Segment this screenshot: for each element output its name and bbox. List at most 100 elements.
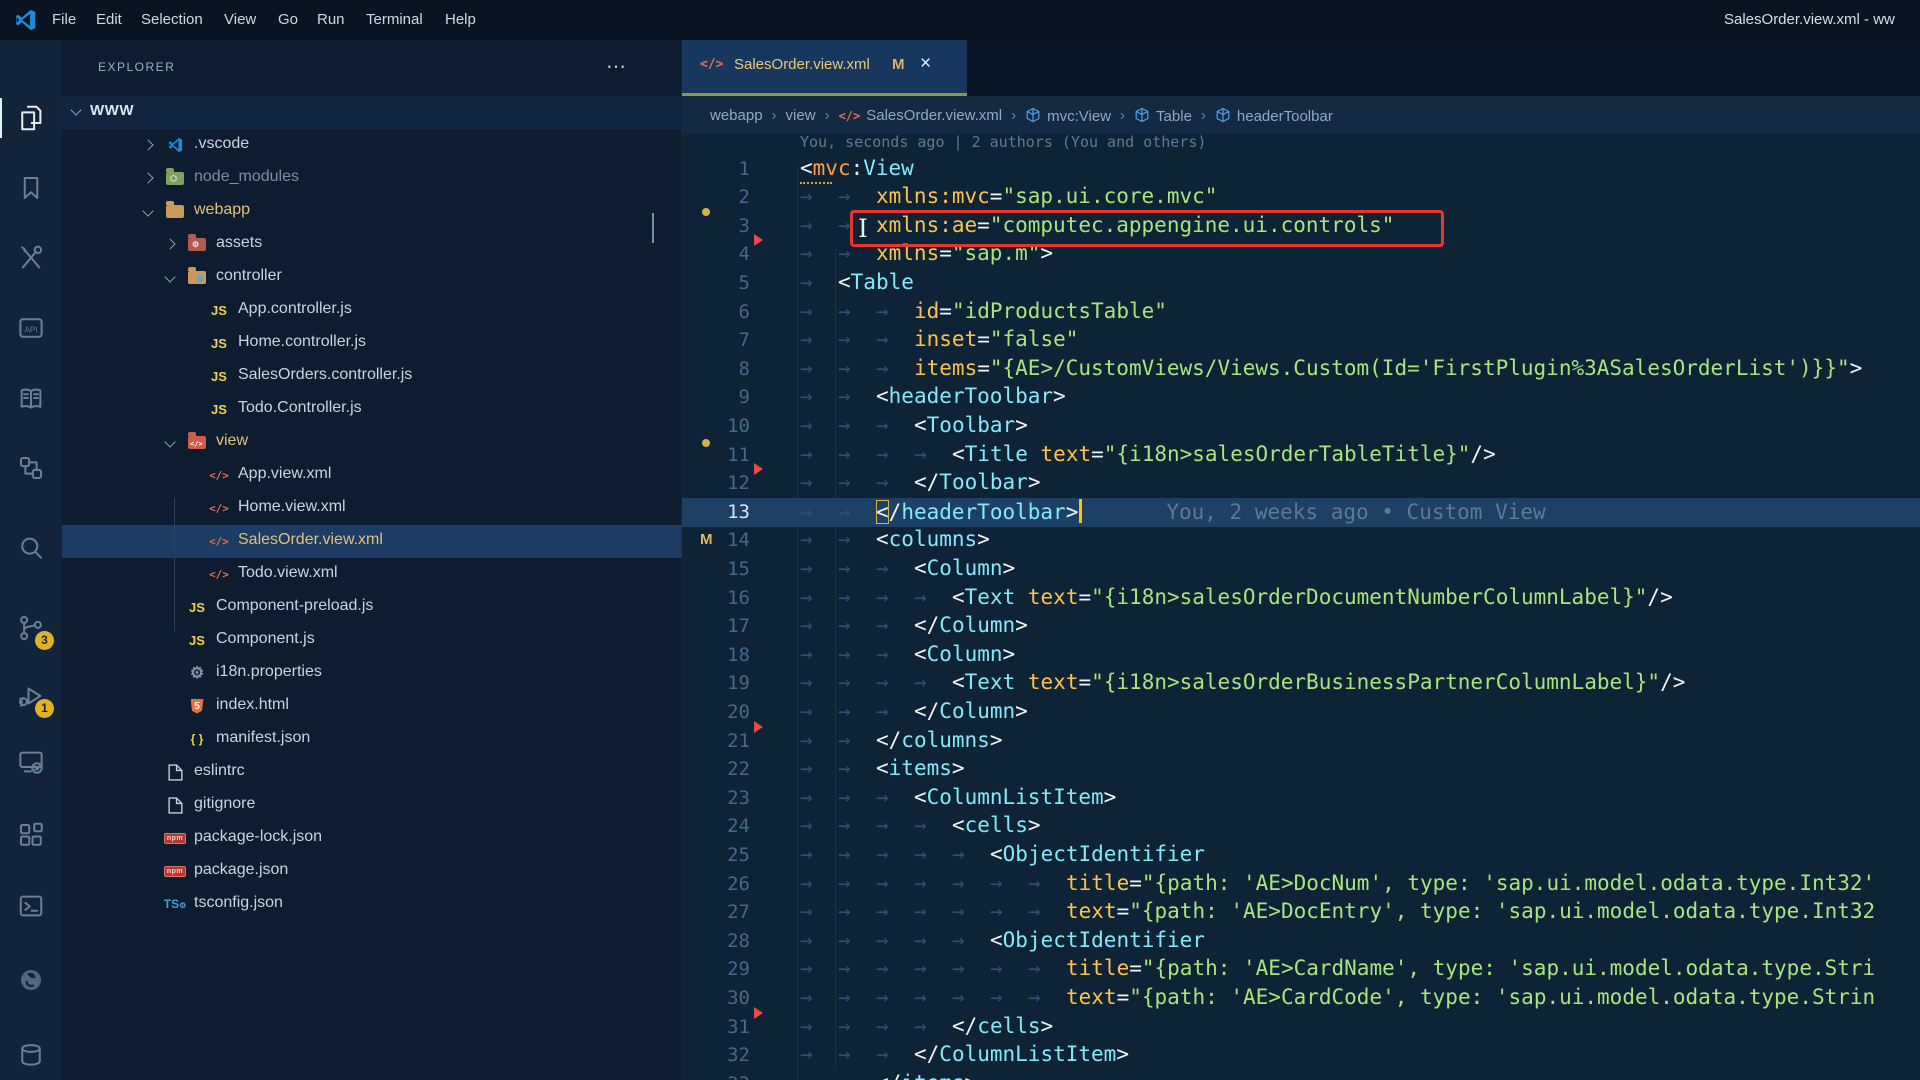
code-line-19[interactable]: → → → → <Text text="{i18n>salesOrderBusiness… [800,670,1685,694]
menu-item-view[interactable]: View [224,0,256,40]
tree-item-label: webapp [194,201,251,218]
database-icon[interactable] [0,1029,62,1080]
workspace-row-www[interactable]: WWW [62,96,682,129]
tree-item-package-lock-json[interactable]: npm package-lock.json [62,822,682,855]
tree-item-manifest-json[interactable]: { } manifest.json [62,723,682,756]
code-line-22[interactable]: → → <items> [800,756,965,780]
menu-item-terminal[interactable]: Terminal [366,0,423,40]
token-str: "sap.ui.core.mvc" [1002,184,1218,209]
code-line-17[interactable]: → → → </Column> [800,613,1028,637]
tree-item-webapp[interactable]: webapp [62,195,710,228]
tree-item-tsconfig-json[interactable]: TS⚙ tsconfig.json [62,888,682,921]
bookmark-icon[interactable] [0,162,62,214]
code-line-15[interactable]: → → → <Column> [800,556,1015,580]
code-line-5[interactable]: → <Table [800,270,914,294]
git-deleted-lines-marker[interactable] [754,463,763,476]
code-line-13[interactable]: → → </headerToolbar> You, 2 weeks ago • Cus… [800,498,1546,524]
menu-item-selection[interactable]: Selection [141,0,203,40]
token-p: < [876,756,889,781]
breadcrumb-item-webapp[interactable]: webapp [710,107,763,124]
source-control-icon[interactable]: 3 [0,602,62,654]
code-line-31[interactable]: → → → → </cells> [800,1014,1053,1038]
code-line-12[interactable]: → → → </Toolbar> [800,470,1040,494]
code-line-23[interactable]: → → → <ColumnListItem> [800,785,1116,809]
code-line-27[interactable]: → → → → → → → text="{path: 'AE>DocEntry', type:… [800,899,1875,923]
tools-icon[interactable] [0,232,62,284]
workflow-icon[interactable] [0,442,62,494]
tree-item-home-controller-js[interactable]: JS Home.controller.js [62,327,682,360]
tree-item-assets[interactable]: ⚙ assets [62,228,682,261]
menu-item-help[interactable]: Help [445,0,476,40]
token-p: = [1116,899,1130,924]
menu-item-go[interactable]: Go [278,0,298,40]
tree-item-node-modules[interactable]: ⬡ node_modules [62,162,682,195]
close-icon[interactable]: × [920,53,931,75]
code-line-10[interactable]: → → → <Toolbar> [800,413,1028,437]
explorer-icon[interactable] [0,92,62,144]
code-line-32[interactable]: → → → </ColumnListItem> [800,1042,1129,1066]
code-line-25[interactable]: → → → → → <ObjectIdentifier [800,842,1205,866]
git-deleted-lines-marker[interactable] [754,720,763,733]
menu-item-file[interactable]: File [52,0,76,40]
tree-item-salesorders-controller-js[interactable]: JS SalesOrders.controller.js [62,360,682,393]
code-line-16[interactable]: → → → → <Text text="{i18n>salesOrderDocument… [800,585,1673,609]
code-editor[interactable]: You, seconds ago | 2 authors (You and ot… [682,133,1920,1080]
code-line-7[interactable]: → → → inset="false" [800,327,1078,351]
run-debug-icon[interactable]: 1 [0,670,62,722]
extensions-icon[interactable] [0,809,62,861]
tree-item-gitignore[interactable]: gitignore [62,789,682,822]
tree-item-component-js[interactable]: JS Component.js [62,624,682,657]
code-line-20[interactable]: → → → </Column> [800,699,1028,723]
globe-icon[interactable] [0,954,62,1006]
code-line-14[interactable]: → → <columns> [800,527,990,551]
tree-item-i18n-properties[interactable]: ⚙ i18n.properties [62,657,682,690]
code-line-24[interactable]: → → → → <cells> [800,813,1041,837]
code-line-28[interactable]: → → → → → <ObjectIdentifier [800,928,1205,952]
api-icon[interactable]: API [0,302,62,354]
code-line-9[interactable]: → → <headerToolbar> [800,384,1066,408]
code-line-8[interactable]: → → → items="{AE>/CustomViews/Views.Custom(… [800,356,1862,380]
breadcrumb-item-headertoolbar[interactable]: headerToolbar [1215,105,1333,125]
tab-whitespace-icon: → [838,613,851,638]
more-actions-icon[interactable]: ⋯ [606,54,626,79]
code-line-21[interactable]: → → </columns> [800,728,1002,752]
tree-item-app-view-xml[interactable]: </> App.view.xml [62,459,682,492]
tree-item-todo-view-xml[interactable]: </> Todo.view.xml [62,558,682,591]
codelens-authors[interactable]: You, seconds ago | 2 authors (You and ot… [800,133,1206,151]
line-number: 7 [738,329,750,352]
code-line-30[interactable]: → → → → → → → text="{path: 'AE>CardCode', type:… [800,985,1875,1009]
code-line-1[interactable]: <mvc:View [800,156,914,180]
remote-icon[interactable] [0,736,62,788]
code-line-26[interactable]: → → → → → → → title="{path: 'AE>DocNum', type: … [800,871,1875,895]
menu-item-edit[interactable]: Edit [96,0,122,40]
git-deleted-lines-marker[interactable] [754,234,763,247]
code-line-29[interactable]: → → → → → → → title="{path: 'AE>CardName', type… [800,956,1875,980]
tree-item-controller[interactable]: ⚙ controller [62,261,682,294]
search-icon[interactable] [0,522,62,574]
tree-item-home-view-xml[interactable]: </> Home.view.xml [62,492,682,525]
book-icon[interactable] [0,372,62,424]
menu-item-run[interactable]: Run [317,0,345,40]
tree-item-index-html[interactable]: 5 index.html [62,690,682,723]
tree-item-package-json[interactable]: npm package.json [62,855,682,888]
terminal-icon[interactable] [0,880,62,932]
breadcrumb-item-mvc-view[interactable]: mvc:View [1025,105,1111,125]
tree-item-eslintrc[interactable]: eslintrc [62,756,682,789]
code-line-2[interactable]: → → xmlns:mvc="sap.ui.core.mvc" [800,184,1217,208]
code-line-11[interactable]: → → → → <Title text="{i18n>salesOrderTableTi… [800,442,1496,466]
breadcrumb-item-salesorder-view-xml[interactable]: </> SalesOrder.view.xml [839,107,1003,124]
folder-assets-icon: ⚙ [186,233,208,255]
tab-salesorder-view-xml[interactable]: </> SalesOrder.view.xml M × [682,40,967,96]
git-deleted-lines-marker[interactable] [754,1006,763,1019]
tree-item-app-controller-js[interactable]: JS App.controller.js [62,294,682,327]
tree-item--vscode[interactable]: .vscode [62,129,682,162]
tree-item-view[interactable]: </> view [62,426,710,459]
tree-item-salesorder-view-xml[interactable]: </> SalesOrder.view.xml M [62,525,713,558]
code-line-6[interactable]: → → → id="idProductsTable" [800,299,1167,323]
code-line-18[interactable]: → → → <Column> [800,642,1015,666]
tree-item-component-preload-js[interactable]: JS Component-preload.js [62,591,682,624]
tree-item-todo-controller-js[interactable]: JS Todo.Controller.js [62,393,682,426]
breadcrumb-item-table[interactable]: Table [1134,105,1192,125]
code-line-33[interactable]: →→</items> [800,1071,977,1080]
breadcrumb-item-view[interactable]: view [786,107,816,124]
